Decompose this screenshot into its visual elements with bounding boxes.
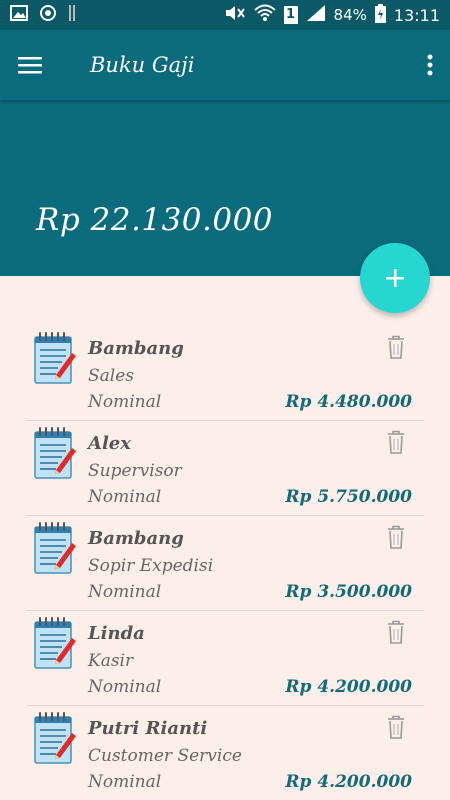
list-item[interactable]: Bambang Sopir Expedisi Nominal Rp 3.500.…: [26, 516, 424, 611]
status-bar: 1 84% 13:11: [0, 0, 450, 30]
wifi-icon: [253, 4, 276, 26]
pause-bars-icon: [68, 4, 76, 26]
nominal-label: Nominal: [88, 772, 162, 792]
employee-role: Kasir: [88, 651, 134, 671]
employee-name: Putri Rianti: [88, 718, 208, 739]
nominal-label: Nominal: [88, 487, 162, 507]
add-button[interactable]: [360, 243, 430, 313]
employee-role: Sales: [88, 366, 135, 386]
employee-role: Customer Service: [88, 746, 242, 766]
delete-icon[interactable]: [386, 619, 406, 645]
delete-icon[interactable]: [386, 334, 406, 360]
delete-icon[interactable]: [386, 524, 406, 550]
image-icon: [10, 5, 28, 25]
employee-salary: Rp 4.200.000: [285, 772, 412, 792]
nominal-label: Nominal: [88, 582, 162, 602]
sync-icon: [38, 3, 58, 27]
employee-salary: Rp 4.200.000: [285, 677, 412, 697]
notepad-icon: [34, 712, 76, 764]
employee-name: Bambang: [88, 338, 184, 359]
notepad-icon: [34, 522, 76, 574]
sim-icon: 1: [283, 6, 298, 24]
clock: 13:11: [393, 5, 440, 25]
plus-icon: [386, 269, 404, 287]
mute-icon: [224, 4, 246, 26]
list-item[interactable]: Linda Kasir Nominal Rp 4.200.000: [26, 611, 424, 706]
employee-list: Bambang Sales Nominal Rp 4.480.000 Alex …: [26, 326, 424, 800]
list-item[interactable]: Alex Supervisor Nominal Rp 5.750.000: [26, 421, 424, 516]
delete-icon[interactable]: [386, 714, 406, 740]
more-vert-icon[interactable]: [410, 30, 450, 100]
list-item[interactable]: Bambang Sales Nominal Rp 4.480.000: [26, 326, 424, 421]
notepad-icon: [34, 617, 76, 669]
app-bar: Buku Gaji: [0, 30, 450, 100]
notepad-icon: [34, 332, 76, 384]
nominal-label: Nominal: [88, 677, 162, 697]
delete-icon[interactable]: [386, 429, 406, 455]
battery-icon: [374, 3, 386, 27]
employee-name: Linda: [88, 623, 145, 644]
hamburger-icon[interactable]: [0, 30, 60, 100]
employee-salary: Rp 3.500.000: [285, 582, 412, 602]
signal-icon: [306, 4, 326, 26]
notepad-icon: [34, 427, 76, 479]
total-amount: Rp 22.130.000: [36, 202, 274, 238]
employee-name: Bambang: [88, 528, 184, 549]
employee-salary: Rp 5.750.000: [285, 487, 412, 507]
battery-percent: 84%: [333, 6, 367, 24]
employee-salary: Rp 4.480.000: [285, 392, 412, 412]
list-item[interactable]: Putri Rianti Customer Service Nominal Rp…: [26, 706, 424, 800]
app-title: Buku Gaji: [90, 53, 195, 77]
employee-name: Alex: [88, 433, 131, 454]
nominal-label: Nominal: [88, 392, 162, 412]
employee-role: Sopir Expedisi: [88, 556, 214, 576]
employee-role: Supervisor: [88, 461, 182, 481]
